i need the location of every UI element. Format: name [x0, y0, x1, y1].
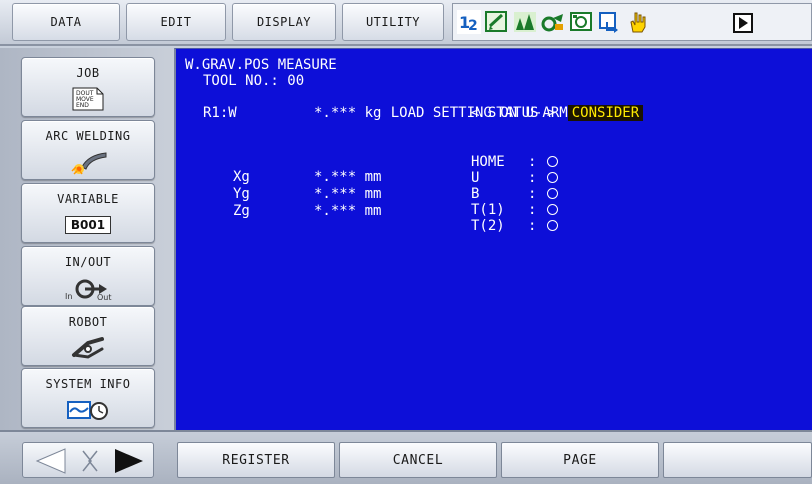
robot-arm-icon — [68, 335, 108, 361]
system-info-button[interactable]: SYSTEM INFO — [21, 368, 155, 428]
play-icon — [733, 13, 753, 33]
r1w-value[interactable]: *.*** kg — [314, 105, 381, 121]
svg-text:2: 2 — [468, 18, 478, 34]
inout-in-text: In — [65, 292, 72, 301]
status-label-t1: T(1) — [471, 202, 505, 218]
status-circle-b — [547, 186, 558, 202]
cancel-button[interactable]: CANCEL — [339, 442, 497, 478]
play-mode-icon — [513, 10, 537, 34]
coord-label-yg: Yg — [233, 186, 250, 202]
arc-welding-label: ARC WELDING — [45, 129, 131, 143]
menu-data[interactable]: DATA — [12, 3, 120, 41]
status-label-u: U — [471, 170, 480, 186]
status-header: < STATUS > — [471, 105, 556, 121]
page-button[interactable]: PAGE — [501, 442, 659, 478]
coord-value-xg[interactable]: *.*** mm — [314, 169, 381, 185]
status-sep-home: : — [528, 154, 537, 170]
main-panel: W.GRAV.POS MEASURE TOOL NO.: 00 LOAD SET… — [174, 48, 812, 430]
status-circle-u — [547, 170, 558, 186]
variable-button[interactable]: VARIABLE B001 — [21, 183, 155, 243]
system-info-icon — [66, 397, 110, 423]
welding-torch-icon — [68, 149, 108, 175]
load-setting-value[interactable]: CONSIDER — [567, 105, 644, 121]
tool-number: TOOL NO.: 00 — [203, 73, 305, 89]
status-circle-home — [547, 154, 558, 170]
axis-12-icon: 1 2 — [457, 10, 481, 34]
robot-button[interactable]: ROBOT — [21, 306, 155, 366]
status-sep-t1: : — [528, 202, 537, 218]
page-title: W.GRAV.POS MEASURE — [185, 57, 337, 73]
status-sep-u: : — [528, 170, 537, 186]
inout-icon: In Out — [63, 275, 113, 301]
status-sep-b: : — [528, 186, 537, 202]
menu-utility[interactable]: UTILITY — [342, 3, 444, 41]
page-nav-arrows — [22, 442, 154, 478]
arc-welding-button[interactable]: ARC WELDING — [21, 120, 155, 180]
servo-icon — [597, 10, 621, 34]
menu-display[interactable]: DISPLAY — [232, 3, 336, 41]
hand-icon — [625, 10, 649, 34]
r1w-label: R1:W — [203, 105, 237, 121]
job-icon: DOUT MOVE END — [71, 86, 105, 112]
inout-out-text: Out — [97, 293, 112, 301]
robot-label: ROBOT — [68, 315, 108, 329]
register-button[interactable]: REGISTER — [177, 442, 335, 478]
machine-icon — [541, 10, 565, 34]
inout-button[interactable]: IN/OUT In Out — [21, 246, 155, 306]
coord-value-yg[interactable]: *.*** mm — [314, 186, 381, 202]
variable-label: VARIABLE — [57, 192, 119, 206]
empty-function-key[interactable] — [663, 442, 812, 478]
status-label-t2: T(2) — [471, 218, 505, 234]
top-menu-bar: DATA EDIT DISPLAY UTILITY 1 2 — [0, 0, 812, 46]
status-icon-bar: 1 2 — [452, 3, 812, 41]
next-page-icon[interactable] — [115, 449, 143, 473]
edit-lock-icon — [485, 10, 509, 34]
job-button[interactable]: JOB DOUT MOVE END — [21, 57, 155, 117]
coord-value-zg[interactable]: *.*** mm — [314, 203, 381, 219]
menu-edit[interactable]: EDIT — [126, 3, 226, 41]
job-icon-line3: END — [76, 102, 89, 109]
variable-icon: B001 — [64, 212, 112, 238]
variable-icon-text: B001 — [64, 216, 112, 234]
status-label-b: B — [471, 186, 480, 202]
function-key-bar: REGISTER CANCEL PAGE — [0, 430, 812, 484]
status-circle-t1 — [547, 202, 558, 218]
job-label: JOB — [76, 66, 100, 80]
status-label-home: HOME — [471, 154, 505, 170]
status-sep-t2: : — [528, 218, 537, 234]
system-info-label: SYSTEM INFO — [45, 377, 131, 391]
inout-label: IN/OUT — [64, 255, 112, 269]
coord-label-zg: Zg — [233, 203, 250, 219]
status-circle-t2 — [547, 218, 558, 234]
prev-page-icon[interactable] — [35, 448, 66, 474]
side-menu: JOB DOUT MOVE END ARC WELDING VARIABLE B… — [0, 48, 174, 430]
cycle-icon — [569, 10, 593, 34]
coord-label-xg: Xg — [233, 169, 250, 185]
